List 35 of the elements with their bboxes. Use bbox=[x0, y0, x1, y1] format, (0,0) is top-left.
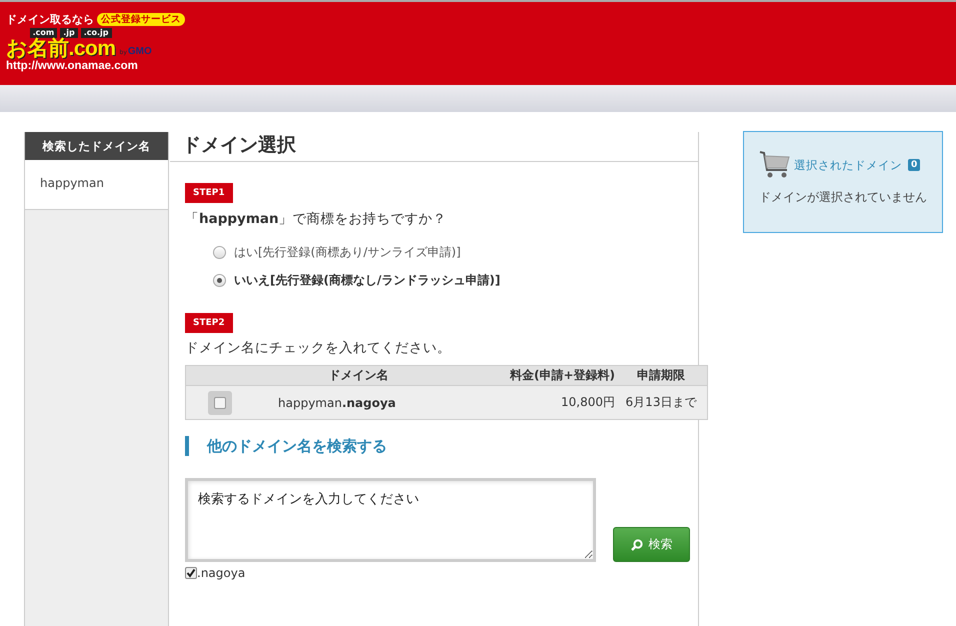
table-cell: 6月13日まで bbox=[615, 386, 708, 420]
radio-button[interactable] bbox=[213, 246, 226, 259]
sidebar-title: 検索したドメイン名 bbox=[25, 132, 168, 160]
instruction-text: ドメイン名にチェックを入れてください。 bbox=[185, 339, 452, 357]
tld-label: .com bbox=[30, 28, 58, 38]
cart-icon bbox=[759, 150, 791, 180]
table-cell: 10,800円 bbox=[463, 386, 615, 420]
tld-label: .co.jp bbox=[80, 28, 112, 38]
search-button[interactable]: 検索 bbox=[613, 527, 690, 562]
step-badge: STEP2 bbox=[185, 313, 233, 333]
search-icon bbox=[630, 538, 642, 550]
checkbox-label[interactable]: .nagoya bbox=[197, 566, 246, 580]
logo-name[interactable]: お名前.com bbox=[6, 38, 116, 60]
empty-message: ドメインが選択されていません bbox=[759, 189, 928, 206]
sidebar-item[interactable]: happyman bbox=[25, 160, 168, 210]
step-badge: STEP1 bbox=[185, 183, 233, 203]
logo-url: http://www.onamae.com bbox=[6, 60, 139, 72]
radio-button[interactable] bbox=[213, 274, 226, 287]
gmo-logo: GMO bbox=[128, 46, 152, 57]
page-title: ドメイン選択 bbox=[170, 132, 698, 162]
section-heading: 他のドメイン名を検索する bbox=[185, 436, 698, 456]
option-label[interactable]: いいえ[先行登録(商標なし/ランドラッシュ申請)] bbox=[234, 272, 500, 289]
table-cell: happyman.nagoya bbox=[254, 386, 463, 420]
column-header: ドメイン名 bbox=[254, 366, 463, 386]
option-label[interactable]: はい[先行登録(商標あり/サンライズ申請)] bbox=[234, 244, 461, 261]
checkbox[interactable] bbox=[185, 567, 197, 579]
search-field[interactable]: 検索するドメインを入力してください bbox=[185, 478, 596, 562]
tld-label: .jp bbox=[60, 28, 78, 38]
logo-tagline: ドメイン取るなら bbox=[6, 12, 94, 27]
checkbox[interactable] bbox=[214, 396, 226, 408]
column-header: 申請期限 bbox=[615, 366, 708, 386]
logo-badge: 公式登録サービス bbox=[97, 13, 185, 26]
column-header: 料金(申請+登録料) bbox=[463, 366, 615, 386]
count-badge: 0 bbox=[908, 159, 920, 171]
question-text: 「happyman」で商標をお持ちですか？ bbox=[185, 210, 448, 228]
